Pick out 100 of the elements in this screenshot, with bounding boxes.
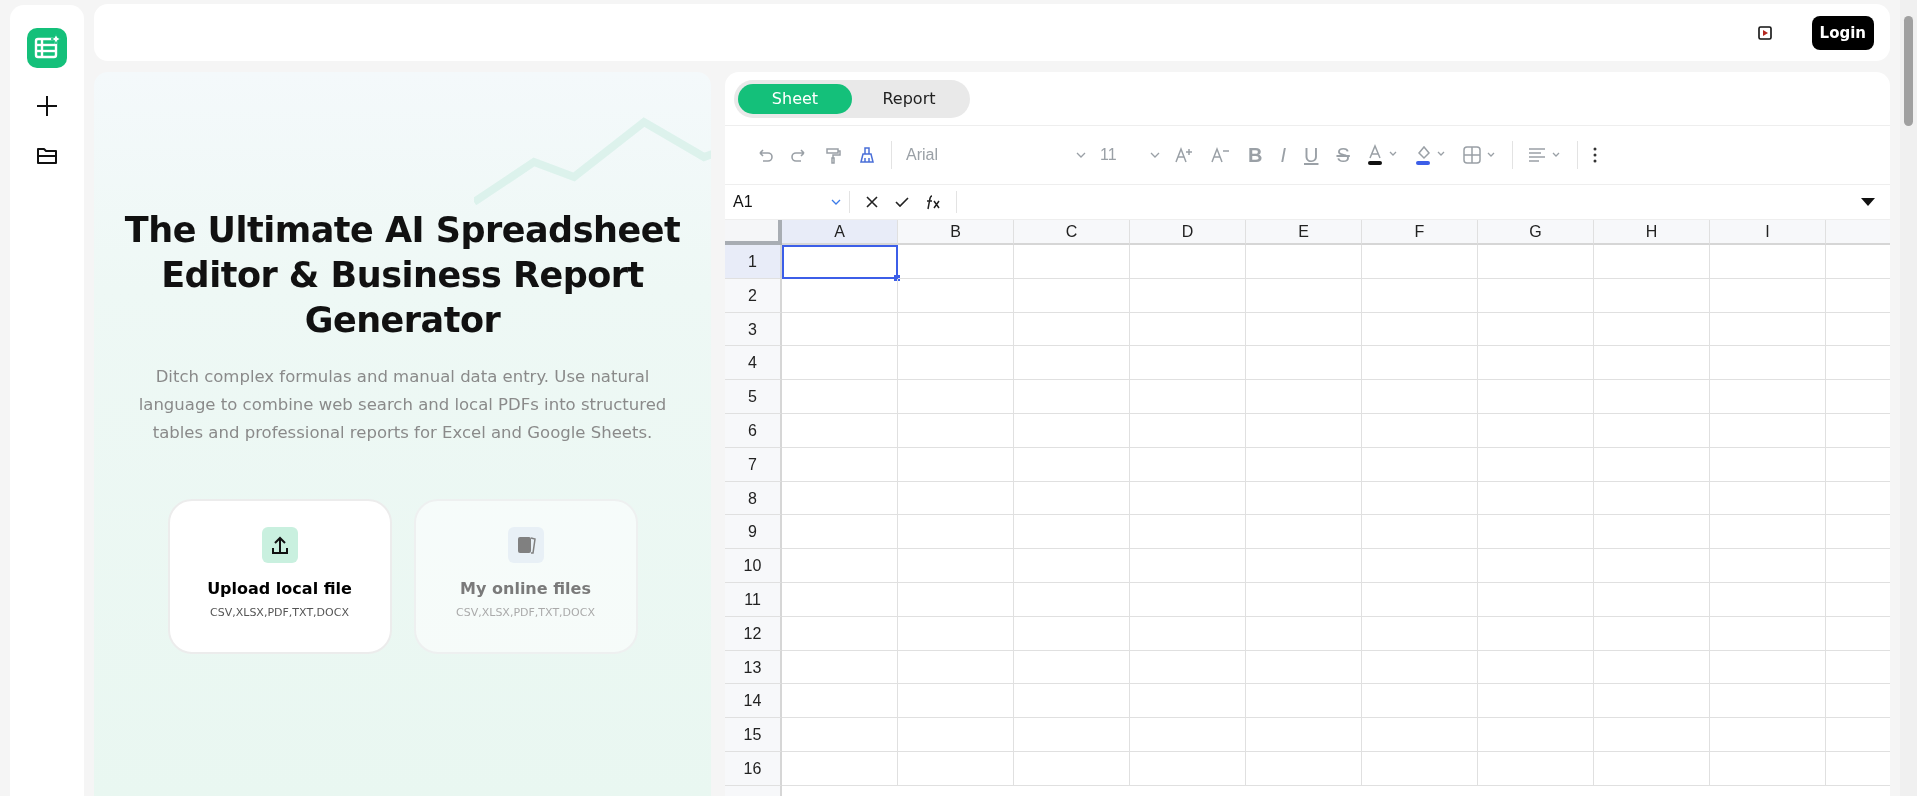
table-cell[interactable] xyxy=(1478,414,1594,448)
table-cell[interactable] xyxy=(1014,312,1130,347)
row-header[interactable]: 9 xyxy=(725,515,782,550)
table-cell[interactable] xyxy=(1710,718,1826,752)
table-cell[interactable] xyxy=(1246,312,1362,347)
table-cell[interactable] xyxy=(1594,447,1710,482)
table-cell[interactable] xyxy=(782,718,898,752)
table-cell[interactable] xyxy=(898,278,1014,313)
table-cell[interactable] xyxy=(782,346,898,381)
table-cell[interactable] xyxy=(1478,380,1594,414)
table-cell[interactable] xyxy=(1594,684,1710,719)
row-header[interactable]: 8 xyxy=(725,481,782,516)
table-cell[interactable] xyxy=(1362,245,1478,279)
table-cell[interactable] xyxy=(1130,481,1246,516)
table-cell[interactable] xyxy=(1594,278,1710,313)
table-cell[interactable] xyxy=(1130,447,1246,482)
table-cell[interactable] xyxy=(1130,650,1246,685)
table-cell[interactable] xyxy=(1594,515,1710,550)
table-cell[interactable] xyxy=(898,549,1014,583)
row-header[interactable]: 10 xyxy=(725,549,782,583)
table-cell[interactable] xyxy=(782,582,898,617)
table-cell[interactable] xyxy=(1478,346,1594,381)
table-cell[interactable] xyxy=(1246,582,1362,617)
tab[interactable]: Report xyxy=(852,83,966,114)
play-icon[interactable] xyxy=(1757,25,1772,40)
table-cell[interactable] xyxy=(1014,718,1130,752)
table-cell[interactable] xyxy=(1594,380,1710,414)
table-cell[interactable] xyxy=(1362,346,1478,381)
table-cell[interactable] xyxy=(1362,650,1478,685)
table-cell[interactable] xyxy=(1246,380,1362,414)
table-cell[interactable] xyxy=(1594,616,1710,651)
table-cell[interactable] xyxy=(898,616,1014,651)
table-cell[interactable] xyxy=(1014,447,1130,482)
table-cell[interactable] xyxy=(1130,684,1246,719)
table-cell[interactable] xyxy=(1246,278,1362,313)
table-cell[interactable] xyxy=(1478,312,1594,347)
table-cell[interactable] xyxy=(898,751,1014,786)
file-source-card[interactable]: Upload local file CSV,XLSX,PDF,TXT,DOCX xyxy=(167,499,392,654)
table-cell[interactable] xyxy=(1246,718,1362,752)
table-cell[interactable] xyxy=(1362,312,1478,347)
table-cell[interactable] xyxy=(1246,751,1362,786)
table-cell[interactable] xyxy=(1130,414,1246,448)
column-header[interactable]: E xyxy=(1246,220,1362,245)
table-cell[interactable] xyxy=(1594,549,1710,583)
table-cell[interactable] xyxy=(1710,515,1826,550)
table-cell[interactable] xyxy=(1710,616,1826,651)
table-cell[interactable] xyxy=(782,380,898,414)
clear-format-icon[interactable] xyxy=(857,145,877,165)
table-cell[interactable] xyxy=(782,684,898,719)
table-cell[interactable] xyxy=(1594,751,1710,786)
table-cell[interactable] xyxy=(1710,278,1826,313)
column-header[interactable]: F xyxy=(1362,220,1478,245)
table-cell[interactable] xyxy=(782,414,898,448)
table-cell[interactable] xyxy=(898,582,1014,617)
table-cell[interactable] xyxy=(782,447,898,482)
column-header[interactable]: C xyxy=(1014,220,1130,245)
table-cell[interactable] xyxy=(1594,718,1710,752)
table-cell[interactable] xyxy=(1246,245,1362,279)
table-cell[interactable] xyxy=(1362,414,1478,448)
scrollbar[interactable] xyxy=(1900,0,1917,796)
table-cell[interactable] xyxy=(1130,616,1246,651)
table-cell[interactable] xyxy=(1594,481,1710,516)
table-cell[interactable] xyxy=(1478,447,1594,482)
table-cell[interactable] xyxy=(1710,751,1826,786)
table-cell[interactable] xyxy=(1014,481,1130,516)
table-cell[interactable] xyxy=(1014,650,1130,685)
table-cell[interactable] xyxy=(1246,549,1362,583)
expand-triangle-icon[interactable] xyxy=(1860,197,1876,207)
table-cell[interactable] xyxy=(1246,616,1362,651)
table-cell[interactable] xyxy=(1130,718,1246,752)
table-cell[interactable] xyxy=(782,515,898,550)
table-cell[interactable] xyxy=(1014,616,1130,651)
table-cell[interactable] xyxy=(898,312,1014,347)
row-header[interactable]: 11 xyxy=(725,582,782,617)
login-button[interactable]: Login xyxy=(1811,15,1874,50)
table-cell[interactable] xyxy=(1246,481,1362,516)
table-cell[interactable] xyxy=(782,751,898,786)
table-cell[interactable] xyxy=(1014,751,1130,786)
table-cell[interactable] xyxy=(1362,447,1478,482)
table-cell[interactable] xyxy=(1478,549,1594,583)
scrollbar-thumb[interactable] xyxy=(1904,16,1913,126)
table-cell[interactable] xyxy=(1362,582,1478,617)
table-cell[interactable] xyxy=(1130,380,1246,414)
table-cell[interactable] xyxy=(1014,684,1130,719)
table-cell[interactable] xyxy=(1594,650,1710,685)
table-cell[interactable] xyxy=(1014,582,1130,617)
table-cell[interactable] xyxy=(1130,751,1246,786)
table-cell[interactable] xyxy=(1710,414,1826,448)
table-cell[interactable] xyxy=(1478,278,1594,313)
table-cell[interactable] xyxy=(1710,481,1826,516)
table-cell[interactable] xyxy=(1014,245,1130,279)
row-header[interactable]: 4 xyxy=(725,346,782,381)
table-cell[interactable] xyxy=(1362,380,1478,414)
table-cell[interactable] xyxy=(898,481,1014,516)
cell-reference-field[interactable]: A1 xyxy=(725,191,850,213)
table-cell[interactable] xyxy=(1710,650,1826,685)
table-cell[interactable] xyxy=(1014,380,1130,414)
table-cell[interactable] xyxy=(1246,684,1362,719)
table-cell[interactable] xyxy=(1014,414,1130,448)
table-cell[interactable] xyxy=(1478,650,1594,685)
